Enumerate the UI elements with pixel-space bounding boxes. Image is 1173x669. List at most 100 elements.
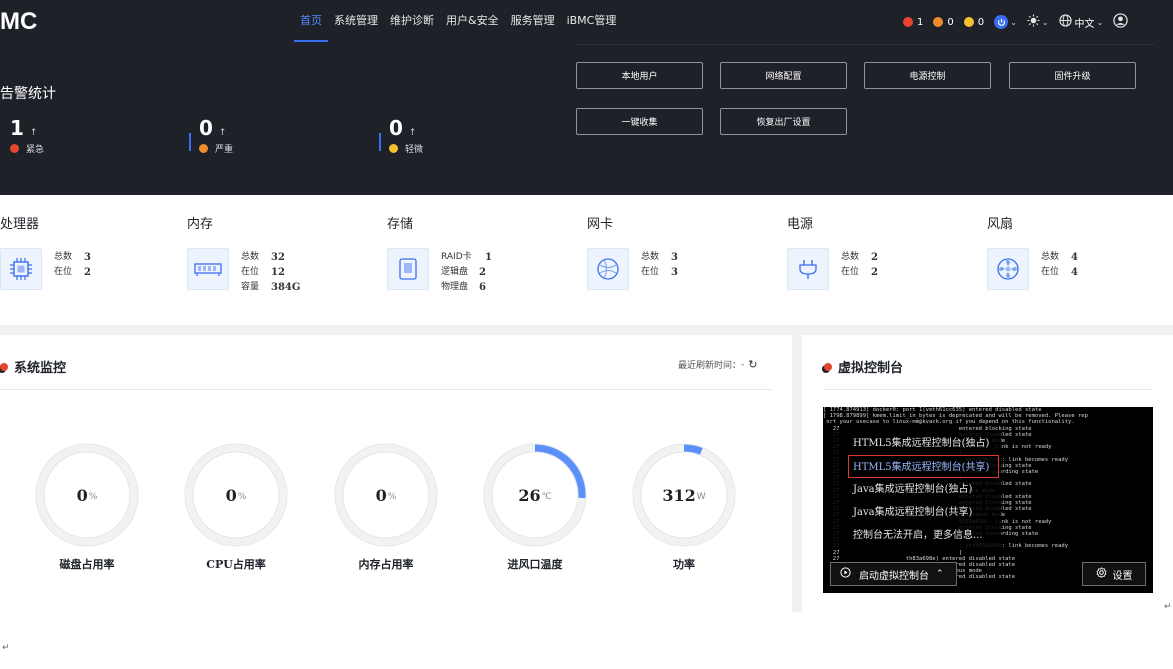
hw-key: 总数 [54,252,73,262]
gauge-value: 0% [35,443,139,547]
hw-value: 3 [671,252,678,263]
nav-service-management[interactable]: 服务管理 [505,0,561,42]
hw-processor[interactable]: 处理器 总数 3 在位 2 [0,213,91,290]
gauge-number: 0 [225,485,237,505]
stat-divider [189,133,191,151]
nav-maintenance[interactable]: 维护诊断 [384,0,440,42]
hw-title: 电源 [787,217,814,232]
hw-title: 风扇 [987,217,1014,232]
gauge-value: 312 W [632,443,736,547]
gauge-unit: % [387,492,397,502]
minor-alarm-count: 0 [977,16,985,28]
alarm-stat-minor[interactable]: 0 ↑ 轻微 [389,116,423,155]
power-control-button[interactable]: 电源控制 [864,62,991,89]
user-avatar-icon [1113,13,1128,31]
gauge-unit: W [696,492,706,502]
menu-html5-shared[interactable]: HTML5集成远程控制台(共享) [848,455,999,478]
section-bullet-icon [0,362,8,371]
gear-icon [1095,567,1107,581]
hw-power-supply[interactable]: 电源 总数 2 在位 2 [787,213,878,290]
hardware-summary: 处理器 总数3 在位2 内存 总数32 在位12 容量384G 存储 [0,195,1173,325]
alarm-major-indicator[interactable]: 0 [933,16,954,28]
hw-storage[interactable]: 存储 RAID卡 1 逻辑盘 2 物理盘 6 [387,213,492,295]
hw-value: 2 [84,267,91,278]
menu-html5-exclusive[interactable]: HTML5集成远程控制台(独占) [826,432,1001,455]
power-supply-icon [787,248,829,290]
console-launch-menu: HTML5集成远程控制台(独占) HTML5集成远程控制台(共享) Java集成… [826,432,1001,547]
hw-value: 3 [671,267,678,278]
gauge-label: CPU占用率 [206,558,266,571]
menu-java-exclusive[interactable]: Java集成远程控制台(独占) [826,478,1001,501]
gauge-unit: % [88,492,98,502]
hw-fan[interactable]: 风扇 总数 4 在位 4 [987,213,1078,290]
nav-ibmc-management[interactable]: iBMC管理 [561,0,623,42]
refresh-icon[interactable]: ↻ [748,358,757,371]
gauge-unit: % [237,492,247,502]
network-card-icon [587,248,629,290]
alarm-stat-count: 0 [389,116,403,140]
alarm-stat-critical[interactable]: 1 ↑ 紧急 [10,116,44,155]
section-separator [0,325,1173,335]
main-nav: 首页 系统管理 维护诊断 用户&安全 服务管理 iBMC管理 [294,0,622,42]
return-mark-icon: ↵ [1164,602,1172,612]
alarm-minor-indicator[interactable]: 0 [963,16,985,28]
nav-home[interactable]: 首页 [294,0,328,42]
hw-title: 存储 [387,217,414,232]
hw-value: 3 [84,252,91,263]
nav-system-management[interactable]: 系统管理 [328,0,384,42]
firmware-upgrade-button[interactable]: 固件升级 [1009,62,1136,89]
refresh-label: 最近刷新时间： [678,361,742,371]
minor-alarm-icon [963,17,974,27]
hw-value: 12 [271,267,285,278]
hw-value: 32 [271,252,285,263]
power-icon [994,15,1009,29]
local-users-button[interactable]: 本地用户 [576,62,703,89]
user-menu[interactable] [1113,13,1128,31]
system-monitor-title: 系统监控 [0,357,66,376]
up-arrow-icon: ↑ [29,128,38,138]
menu-java-shared[interactable]: Java集成远程控制台(共享) [826,501,1001,524]
gauge-value: 0% [334,443,438,547]
menu-more-info[interactable]: 控制台无法开启，更多信息... [826,524,1001,547]
hw-value: 4 [1071,252,1078,263]
major-alarm-count: 0 [947,16,954,28]
console-settings-button[interactable]: 设置 [1082,562,1146,586]
alarm-critical-indicator[interactable]: 1 [903,17,923,28]
hw-title: 网卡 [587,217,614,232]
language-menu[interactable]: 中文 ⌄ [1058,14,1104,30]
hw-key: 在位 [641,267,660,277]
power-menu[interactable]: ⌄ [994,15,1017,29]
chevron-down-icon: ⌄ [1096,17,1104,27]
up-arrow-icon: ↑ [218,128,227,138]
hw-memory[interactable]: 内存 总数 32 在位 12 容量 384G [187,213,300,295]
alarm-stats-title: 告警统计 [0,86,56,102]
hw-key: RAID卡 [441,252,472,262]
hw-network-card[interactable]: 网卡 总数 3 在位 3 [587,213,678,290]
fan-icon [987,248,1029,290]
nav-user-security[interactable]: 用户&安全 [440,0,505,42]
gauge-unit: ℃ [541,492,552,502]
alarm-stat-major[interactable]: 0 ↑ 严重 [199,116,233,155]
monitor-divider [0,389,772,390]
hw-key: 在位 [841,267,860,277]
hw-value: 4 [1071,267,1078,278]
hw-value: 384G [271,282,301,293]
system-monitor-title-text: 系统监控 [14,361,67,376]
hw-key: 在位 [1041,267,1060,277]
app-logo: MC [0,8,38,35]
launch-console-button[interactable]: 启动虚拟控制台 ⌃ [830,562,957,586]
globe-icon [1058,14,1072,30]
hw-key: 总数 [641,252,660,262]
up-arrow-icon: ↑ [408,128,417,138]
network-config-button[interactable]: 网络配置 [720,62,847,89]
section-bullet-icon [824,362,832,371]
header-toolbar: 1 0 0 ⌄ ⌄ 中文 ⌄ [903,12,1138,32]
header-divider [576,44,1154,45]
virtual-console-title: 虚拟控制台 [824,357,903,376]
theme-menu[interactable]: ⌄ [1027,14,1049,30]
factory-reset-button[interactable]: 恢复出厂设置 [720,108,847,135]
gauge-label: 磁盘占用率 [59,558,115,571]
sun-icon [1027,14,1040,30]
one-click-collect-button[interactable]: 一键收集 [576,108,703,135]
gauge-value: 26 ℃ [483,443,587,547]
